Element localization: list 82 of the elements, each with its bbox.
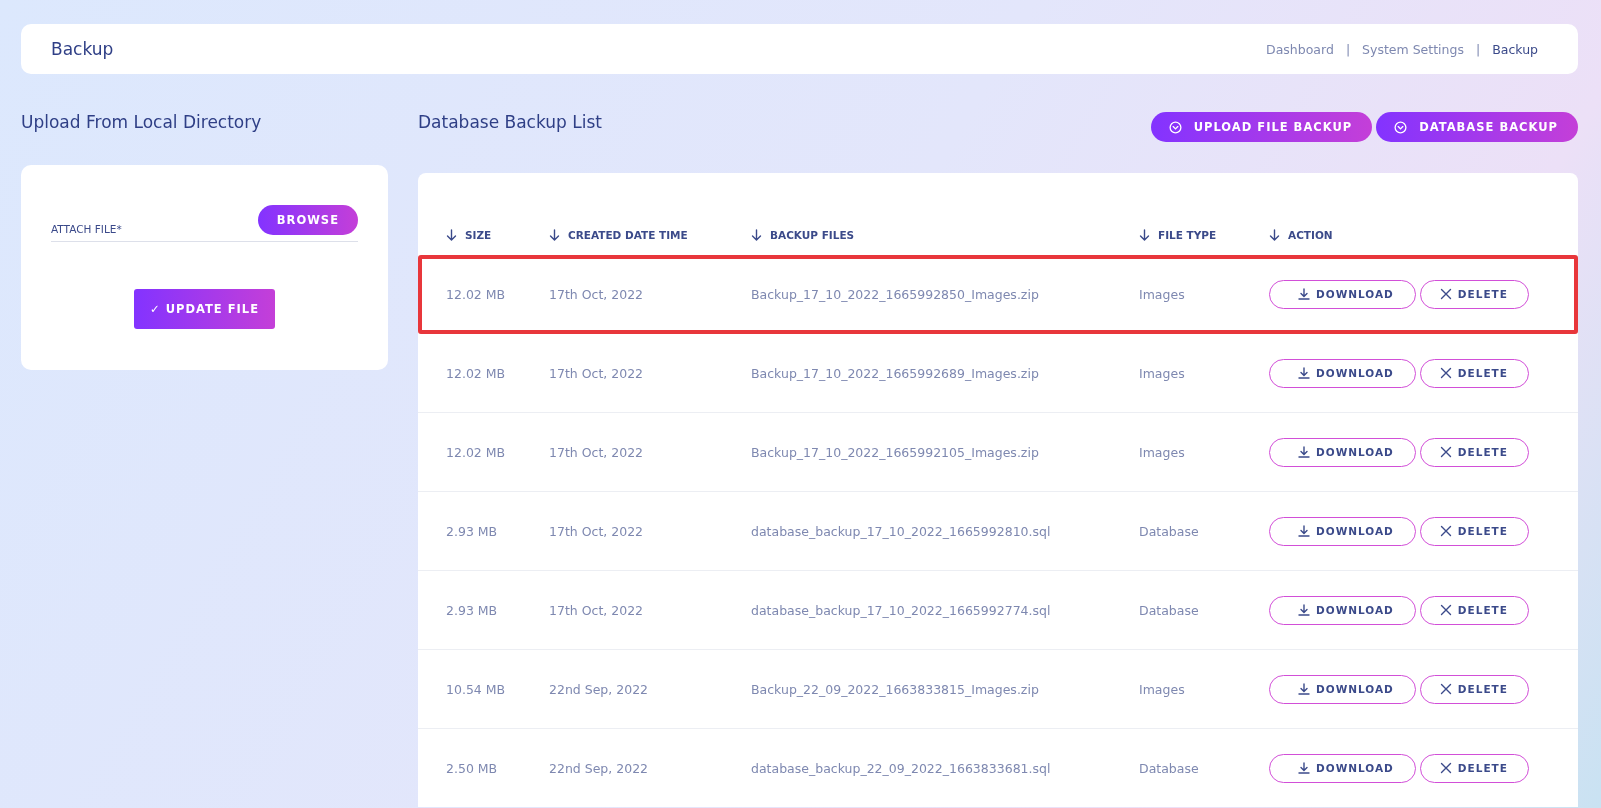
table-cell-text: 17th Oct, 2022 (549, 602, 645, 618)
table-cell-text: Images (1139, 681, 1186, 697)
delete-button[interactable]: DELETE (1419, 753, 1529, 783)
delete-button[interactable]: DELETE (1419, 279, 1529, 309)
breadcrumb-separator: | (1475, 41, 1481, 57)
download-icon (1298, 446, 1310, 458)
breadcrumb-link[interactable]: Backup (1492, 41, 1538, 57)
column-header: SIZE (465, 229, 492, 241)
table-cell-text: database_backup_17_10_2022_1665992774.sql (751, 602, 1052, 618)
table-cell-text: 2.93 MB (446, 602, 499, 618)
download-button[interactable]: DOWNLOAD (1269, 516, 1416, 546)
page-title: Backup (51, 39, 114, 59)
download-button[interactable]: DOWNLOAD (1269, 753, 1416, 783)
table-cell-text: Database (1139, 523, 1200, 539)
download-button[interactable]: DOWNLOAD (1269, 279, 1416, 309)
file-input-field[interactable]: ATTACH FILE* BROWSE (51, 205, 358, 242)
table-cell-text: Backup_17_10_2022_1665992105_Images.zip (751, 444, 1040, 460)
column-header: CREATED DATE TIME (568, 229, 688, 241)
table-cell-text: Images (1139, 444, 1186, 460)
close-icon (1439, 525, 1452, 537)
download-icon (1298, 604, 1310, 616)
table-cell-text: Database (1139, 602, 1200, 618)
table-cell-text: 10.54 MB (446, 681, 507, 697)
chevron-circle-icon (1168, 120, 1182, 134)
download-icon (1298, 683, 1310, 695)
close-icon (1439, 762, 1452, 774)
breadcrumb-link[interactable]: System Settings (1362, 41, 1464, 57)
delete-button[interactable]: DELETE (1419, 674, 1529, 704)
table-cell-text: 2.50 MB (446, 760, 499, 776)
table-cell-text: 17th Oct, 2022 (549, 286, 645, 302)
table-cell-text: 12.02 MB (446, 444, 507, 460)
download-icon (1298, 288, 1310, 300)
table-cell-text: database_backup_17_10_2022_1665992810.sql (751, 523, 1052, 539)
close-icon (1439, 604, 1452, 616)
delete-button[interactable]: DELETE (1419, 516, 1529, 546)
download-button[interactable]: DOWNLOAD (1269, 358, 1416, 388)
field-label: ATTACH FILE* (51, 223, 122, 235)
column-header: ACTION (1288, 229, 1333, 241)
sort-arrow-icon (751, 229, 762, 241)
download-icon (1298, 367, 1310, 379)
table-cell-text: 12.02 MB (446, 365, 507, 381)
breadcrumb-separator: | (1345, 41, 1351, 57)
table-cell-text: Backup_22_09_2022_1663833815_Images.zip (751, 681, 1040, 697)
browse-button[interactable]: BROWSE (257, 205, 358, 235)
table-cell-text: 17th Oct, 2022 (549, 523, 645, 539)
table-cell-text: 17th Oct, 2022 (549, 444, 645, 460)
table-cell-text: Images (1139, 286, 1186, 302)
section-title: Upload From Local Directory (21, 112, 263, 134)
table-cell-text: 22nd Sep, 2022 (549, 681, 650, 697)
download-icon (1298, 525, 1310, 537)
chevron-circle-icon (1394, 120, 1408, 134)
close-icon (1439, 367, 1452, 379)
table-cell-text: 17th Oct, 2022 (549, 365, 645, 381)
table-cell-text: Images (1139, 365, 1186, 381)
close-icon (1439, 288, 1452, 300)
sort-arrow-icon (549, 229, 560, 241)
download-button[interactable]: DOWNLOAD (1269, 437, 1416, 467)
breadcrumb-link[interactable]: Dashboard (1266, 41, 1334, 57)
backup-button[interactable]: DATABASE BACKUP (1376, 112, 1578, 142)
table-cell-text: database_backup_22_09_2022_1663833681.sql (751, 760, 1052, 776)
close-icon (1439, 446, 1452, 458)
section-title: Database Backup List (418, 112, 602, 134)
table-cell-text: 2.93 MB (446, 523, 499, 539)
backup-button[interactable]: UPLOAD FILE BACKUP (1150, 112, 1373, 142)
download-button[interactable]: DOWNLOAD (1269, 595, 1416, 625)
delete-button[interactable]: DELETE (1419, 437, 1529, 467)
table-cell-text: 12.02 MB (446, 286, 507, 302)
download-button[interactable]: DOWNLOAD (1269, 674, 1416, 704)
column-header: FILE TYPE (1158, 229, 1217, 241)
table-cell-text: Backup_17_10_2022_1665992689_Images.zip (751, 365, 1040, 381)
table-cell-text: Database (1139, 760, 1200, 776)
table-cell-text: Backup_17_10_2022_1665992850_Images.zip (751, 286, 1040, 302)
delete-button[interactable]: DELETE (1419, 358, 1529, 388)
sort-arrow-icon (1269, 229, 1280, 241)
sort-arrow-icon (446, 229, 457, 241)
column-header: BACKUP FILES (770, 229, 855, 241)
update-file-button[interactable]: ✓ UPDATE FILE (134, 289, 275, 329)
sort-arrow-icon (1139, 229, 1150, 241)
table-cell-text: 22nd Sep, 2022 (549, 760, 650, 776)
delete-button[interactable]: DELETE (1419, 595, 1529, 625)
download-icon (1298, 762, 1310, 774)
close-icon (1439, 683, 1452, 695)
